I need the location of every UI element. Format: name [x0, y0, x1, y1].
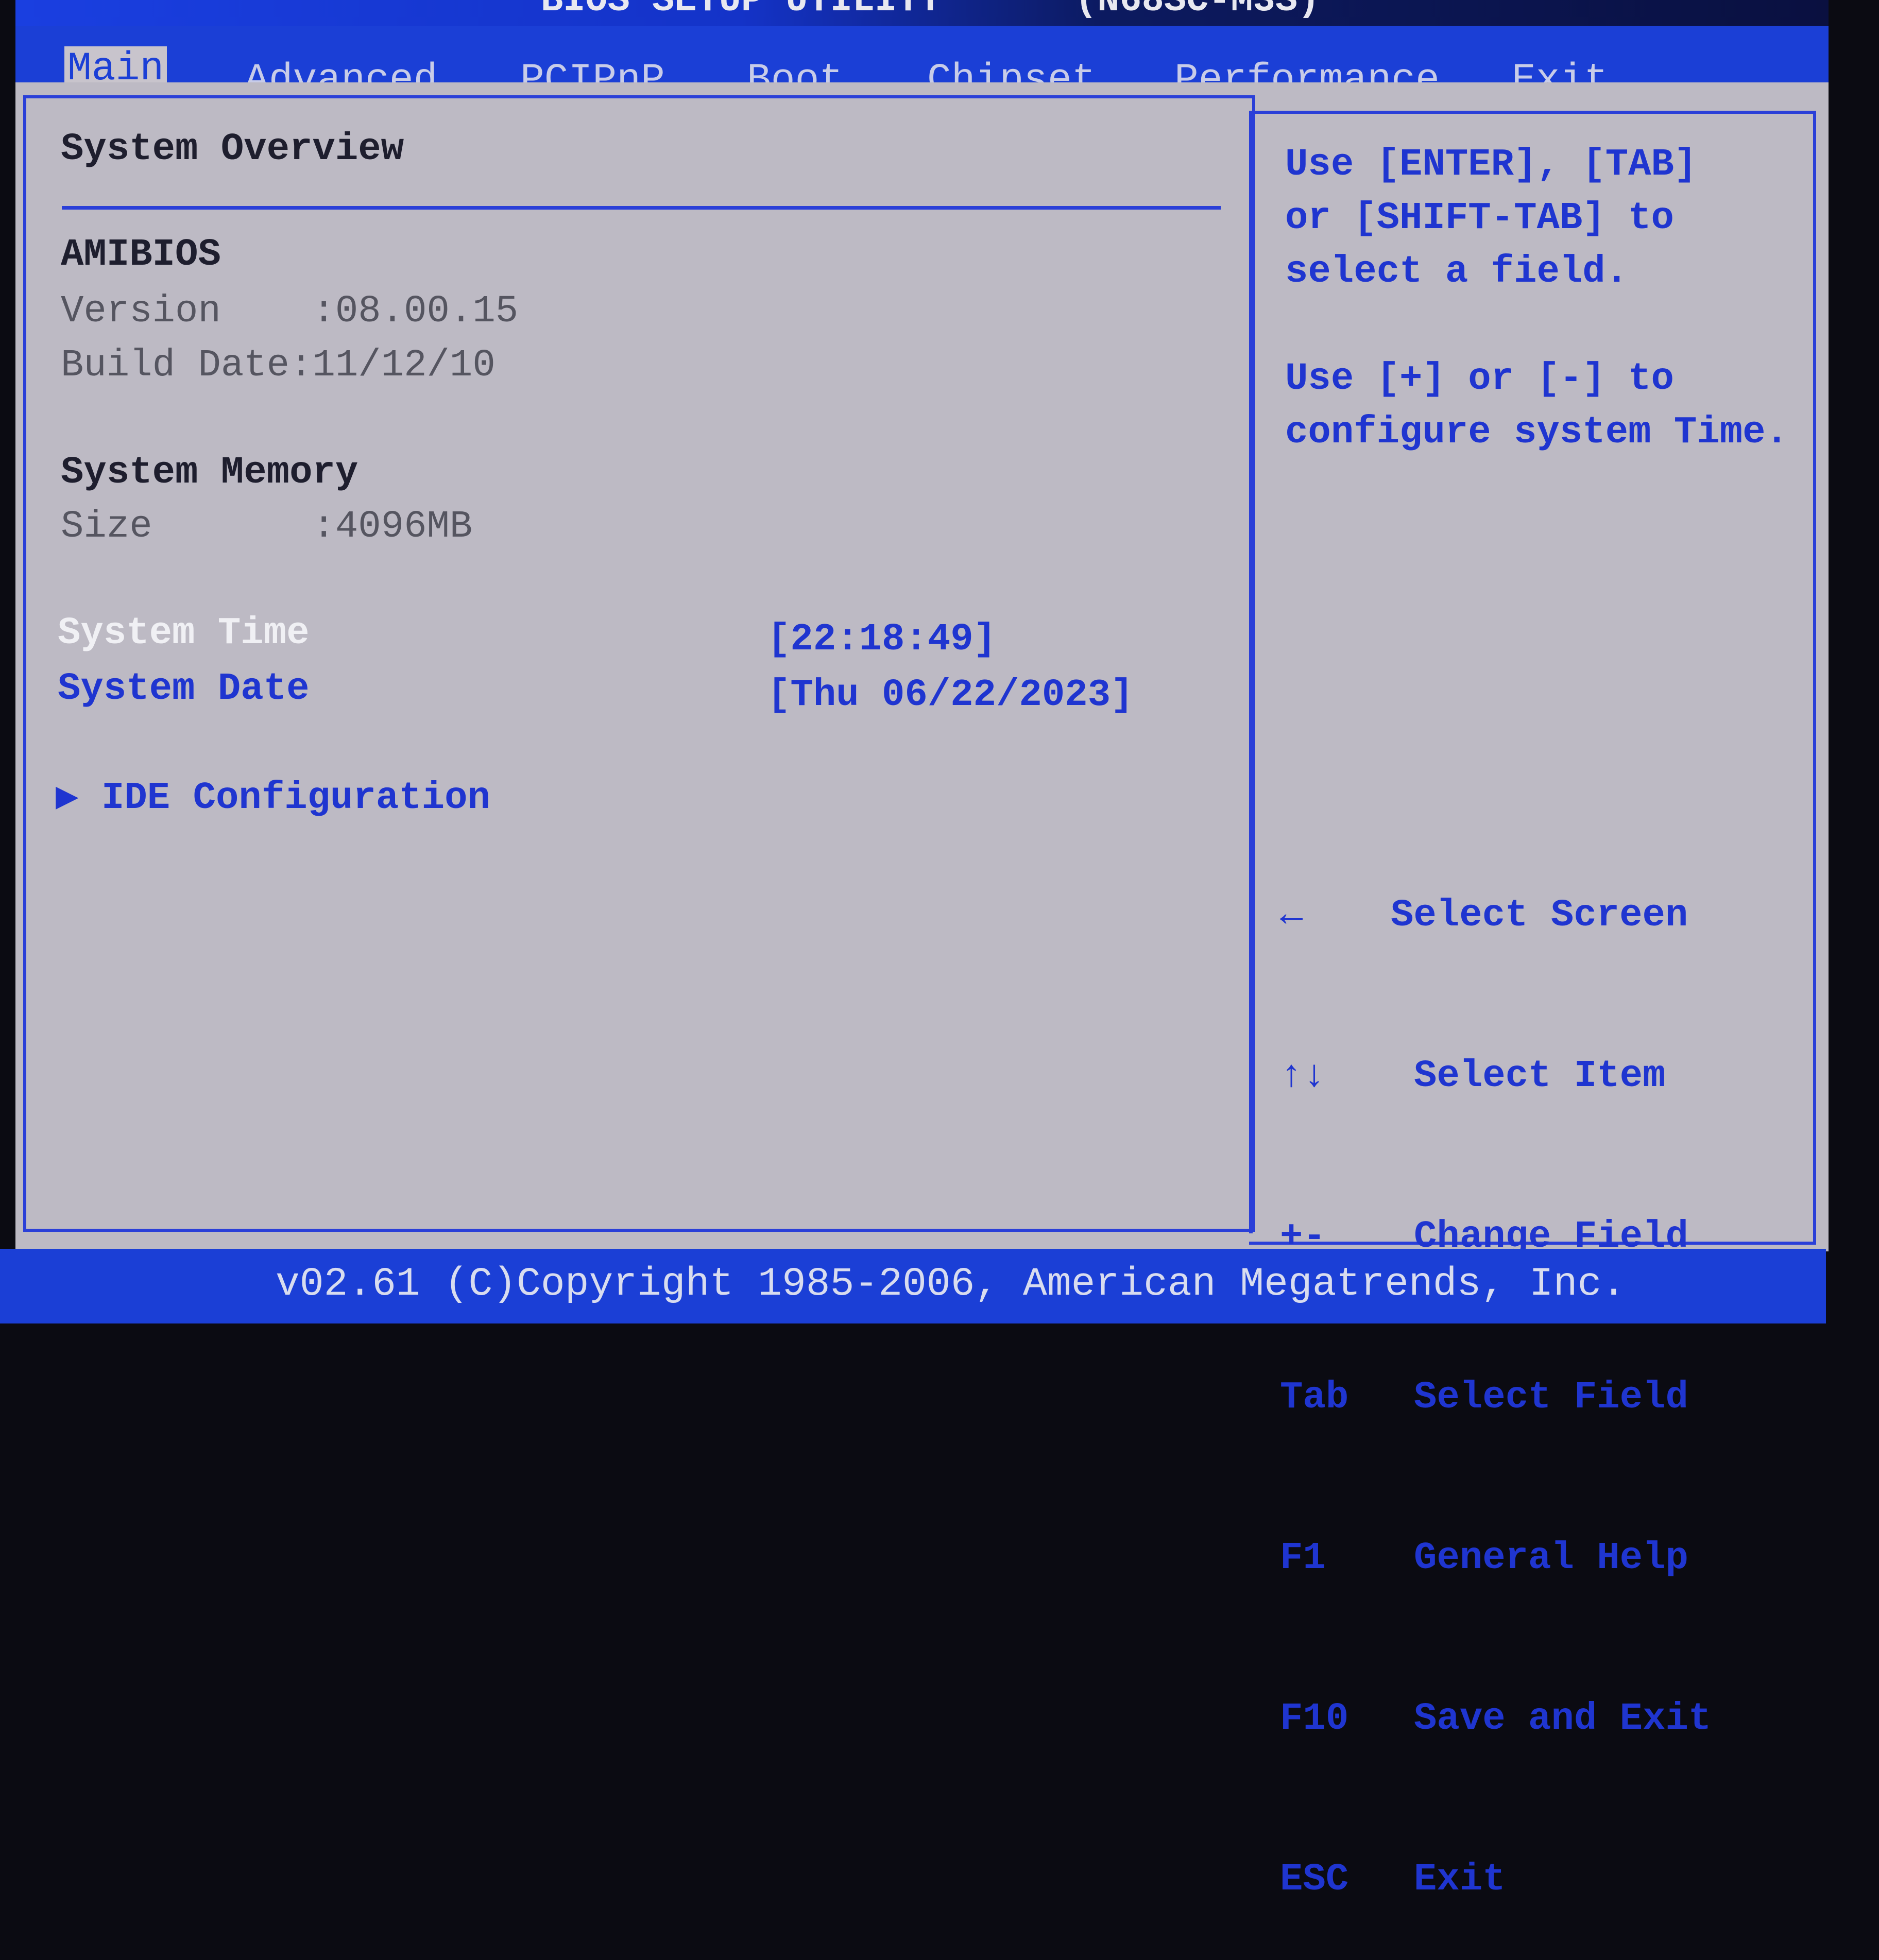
system-time-value[interactable]: [22:18:49] [767, 613, 996, 666]
ide-configuration-item[interactable]: ▶ IDE Configuration [56, 771, 490, 825]
key-row: ← Select Screen [1280, 889, 1711, 942]
menu-bar: Main Advanced PCIPnP Boot Chipset Perfor… [15, 26, 1829, 108]
key-legend: ← Select Screen ↑↓ Select Item +- Change Fi… [1280, 782, 1711, 1960]
system-time-label[interactable]: System Time [58, 607, 309, 660]
key-row: F10 Save and Exit [1280, 1697, 1712, 1741]
section-title: System Overview [61, 128, 404, 171]
key-row: ↑↓ Select Item [1280, 1050, 1711, 1103]
bios-build-date: Build Date:11/12/10 [61, 344, 496, 387]
panel-divider [1249, 111, 1253, 1233]
left-arrow-icon: ← [1280, 894, 1303, 937]
section-divider [62, 206, 1221, 210]
bios-title: BIOS SETUP UTILITY (N68SC-M3S) [541, 0, 1320, 22]
up-down-arrow-icon: ↑↓ [1280, 1055, 1326, 1098]
system-date-value[interactable]: [Thu 06/22/2023] [767, 668, 1134, 722]
bios-heading: AMIBIOS [61, 233, 221, 277]
bios-version: Version :08.00.15 [61, 290, 519, 333]
help-text: Use [ENTER], [TAB] or [SHIFT-TAB] to selec… [1285, 143, 1788, 454]
memory-size: Size :4096MB [61, 505, 473, 548]
key-row: F1 General Help [1280, 1537, 1688, 1580]
key-row: ESC Exit [1280, 1858, 1506, 1901]
key-row: Tab Select Field [1280, 1376, 1688, 1419]
triangle-right-icon: ▶ [56, 777, 101, 820]
copyright-text: v02.61 (C)Copyright 1985-2006, American … [276, 1262, 1626, 1307]
memory-heading: System Memory [61, 451, 358, 494]
system-date-label[interactable]: System Date [58, 662, 309, 716]
